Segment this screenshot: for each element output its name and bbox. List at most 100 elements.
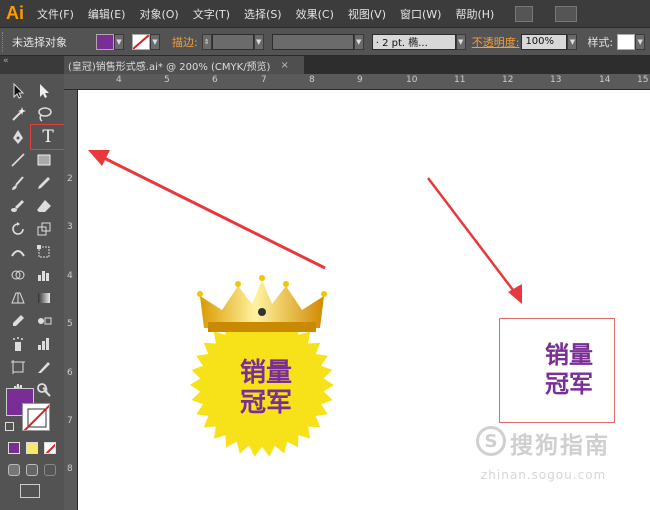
column-graph-tool[interactable] bbox=[32, 333, 56, 355]
selection-tool[interactable] bbox=[6, 80, 30, 102]
ruler-label: 5 bbox=[67, 319, 73, 329]
ruler-label: 3 bbox=[67, 222, 73, 232]
blob-brush-tool[interactable] bbox=[6, 195, 30, 217]
line-segment-tool[interactable] bbox=[6, 149, 30, 171]
ruler-label: 6 bbox=[212, 75, 218, 85]
menu-window[interactable]: 窗口(W) bbox=[393, 6, 448, 22]
type-t-icon: T bbox=[42, 127, 54, 147]
ruler-label: 2 bbox=[67, 174, 73, 184]
stroke-label[interactable]: 描边: bbox=[172, 34, 198, 50]
textbox-line-1: 销量 bbox=[545, 341, 593, 369]
screen-mode-icon[interactable] bbox=[20, 484, 40, 498]
blend-tool[interactable] bbox=[32, 310, 56, 332]
selection-arrow-icon bbox=[13, 83, 25, 99]
close-icon[interactable]: × bbox=[280, 60, 288, 71]
graph-tool[interactable] bbox=[32, 264, 56, 286]
width-tool[interactable] bbox=[6, 241, 30, 263]
perspective-grid-tool[interactable] bbox=[6, 287, 30, 309]
rectangle-tool[interactable] bbox=[32, 149, 56, 171]
control-bar: 未选择对象 ▼ ▼ 描边: ⇕ ▼ ▼ · 2 pt. 椭... ▼ 不透明度:… bbox=[0, 27, 650, 56]
badge-title[interactable]: 销量 冠军 bbox=[226, 358, 306, 418]
direct-selection-tool[interactable] bbox=[32, 80, 56, 102]
shape-builder-tool[interactable] bbox=[6, 264, 30, 286]
vertical-ruler: 2 3 4 5 6 7 8 bbox=[64, 90, 78, 510]
none-mode-button[interactable] bbox=[44, 442, 56, 454]
free-transform-tool[interactable] bbox=[32, 241, 56, 263]
eyedropper-tool[interactable] bbox=[6, 310, 30, 332]
ruler-label: 7 bbox=[67, 416, 73, 426]
profile-dropdown[interactable]: ▼ bbox=[353, 33, 364, 50]
stroke-weight-dropdown[interactable]: ▼ bbox=[253, 33, 264, 50]
opacity-input[interactable]: 100% bbox=[521, 33, 568, 50]
symbol-sprayer-icon bbox=[13, 337, 23, 351]
fill-dropdown[interactable]: ▼ bbox=[114, 33, 124, 50]
menu-select[interactable]: 选择(S) bbox=[237, 6, 289, 22]
stroke-weight-stepper[interactable]: ⇕ bbox=[201, 33, 212, 50]
rotate-tool[interactable] bbox=[6, 218, 30, 240]
stroke-dropdown[interactable]: ▼ bbox=[150, 33, 160, 50]
scale-tool[interactable] bbox=[32, 218, 56, 240]
pen-tool[interactable] bbox=[6, 126, 30, 148]
graphic-style-swatch[interactable] bbox=[617, 33, 636, 50]
menu-help[interactable]: 帮助(H) bbox=[448, 6, 501, 22]
menu-file[interactable]: 文件(F) bbox=[30, 6, 81, 22]
perspective-grid-icon bbox=[11, 292, 25, 304]
eraser-tool[interactable] bbox=[32, 195, 56, 217]
stroke-swatch[interactable] bbox=[132, 33, 150, 50]
tools-panel: « T ↰ bbox=[0, 56, 66, 510]
ruler-label: 11 bbox=[454, 75, 466, 85]
brush-definition[interactable]: · 2 pt. 椭... bbox=[371, 33, 456, 50]
eraser-icon bbox=[37, 200, 51, 212]
textbox-line-2: 冠军 bbox=[545, 370, 593, 398]
paintbrush-tool[interactable] bbox=[6, 172, 30, 194]
lasso-icon bbox=[38, 107, 52, 122]
artboard-tool[interactable] bbox=[6, 356, 30, 378]
pencil-tool[interactable] bbox=[32, 172, 56, 194]
opacity-dropdown[interactable]: ▼ bbox=[567, 33, 578, 50]
ruler-label: 10 bbox=[406, 75, 418, 85]
bridge-icon[interactable] bbox=[515, 5, 534, 22]
type-tool[interactable]: T bbox=[30, 124, 66, 150]
ruler-label: 5 bbox=[164, 75, 170, 85]
brush-dropdown[interactable]: ▼ bbox=[455, 33, 466, 50]
fill-swatch[interactable] bbox=[96, 33, 114, 50]
badge-line-2: 冠军 bbox=[239, 388, 292, 418]
draw-behind-icon[interactable] bbox=[26, 464, 38, 476]
draw-inside-icon[interactable] bbox=[44, 464, 56, 476]
width-icon bbox=[11, 250, 25, 257]
swap-fill-stroke-icon[interactable]: ↰ bbox=[41, 386, 49, 397]
bar-graph-icon bbox=[38, 338, 49, 350]
ruler-label: 9 bbox=[357, 75, 363, 85]
artboard-canvas[interactable]: 销量 冠军 销量 冠军 S 搜狗指南 zhinan.sogou.com bbox=[78, 90, 650, 510]
direct-selection-arrow-icon bbox=[40, 84, 49, 98]
scale-icon bbox=[37, 222, 51, 236]
selected-text-frame[interactable]: 销量 冠军 bbox=[499, 318, 615, 423]
gradient-mode-button[interactable] bbox=[26, 442, 38, 454]
document-tab[interactable]: (皇冠)销售形式感.ai* @ 200% (CMYK/预览) × bbox=[64, 56, 304, 74]
arrange-documents-icon[interactable] bbox=[555, 5, 578, 22]
symbol-sprayer-tool[interactable] bbox=[6, 333, 30, 355]
menu-type[interactable]: 文字(T) bbox=[186, 6, 237, 22]
draw-normal-icon[interactable] bbox=[8, 464, 20, 476]
panel-grip[interactable] bbox=[2, 31, 8, 52]
slice-tool[interactable] bbox=[32, 356, 56, 378]
color-mode-button[interactable] bbox=[8, 442, 20, 454]
style-label: 样式: bbox=[587, 35, 614, 49]
ruler-label: 15 bbox=[637, 75, 649, 85]
menu-effect[interactable]: 效果(C) bbox=[289, 6, 341, 22]
menu-view[interactable]: 视图(V) bbox=[341, 6, 393, 22]
stroke-color-box[interactable] bbox=[22, 403, 50, 431]
default-colors-icon[interactable] bbox=[5, 422, 14, 431]
stroke-weight-input[interactable] bbox=[211, 33, 254, 50]
ruler-label: 6 bbox=[67, 368, 73, 378]
variable-width-profile[interactable] bbox=[271, 33, 354, 50]
mesh-tool[interactable] bbox=[32, 287, 56, 309]
opacity-label[interactable]: 不透明度: bbox=[472, 34, 520, 50]
menu-object[interactable]: 对象(O) bbox=[132, 6, 185, 22]
menu-edit[interactable]: 编辑(E) bbox=[81, 6, 133, 22]
ruler-label: 4 bbox=[67, 271, 73, 281]
magic-wand-tool[interactable] bbox=[6, 103, 30, 125]
lasso-tool[interactable] bbox=[32, 103, 56, 125]
tools-panel-header[interactable]: « bbox=[0, 56, 64, 74]
graphic-style-dropdown[interactable]: ▼ bbox=[635, 33, 646, 50]
